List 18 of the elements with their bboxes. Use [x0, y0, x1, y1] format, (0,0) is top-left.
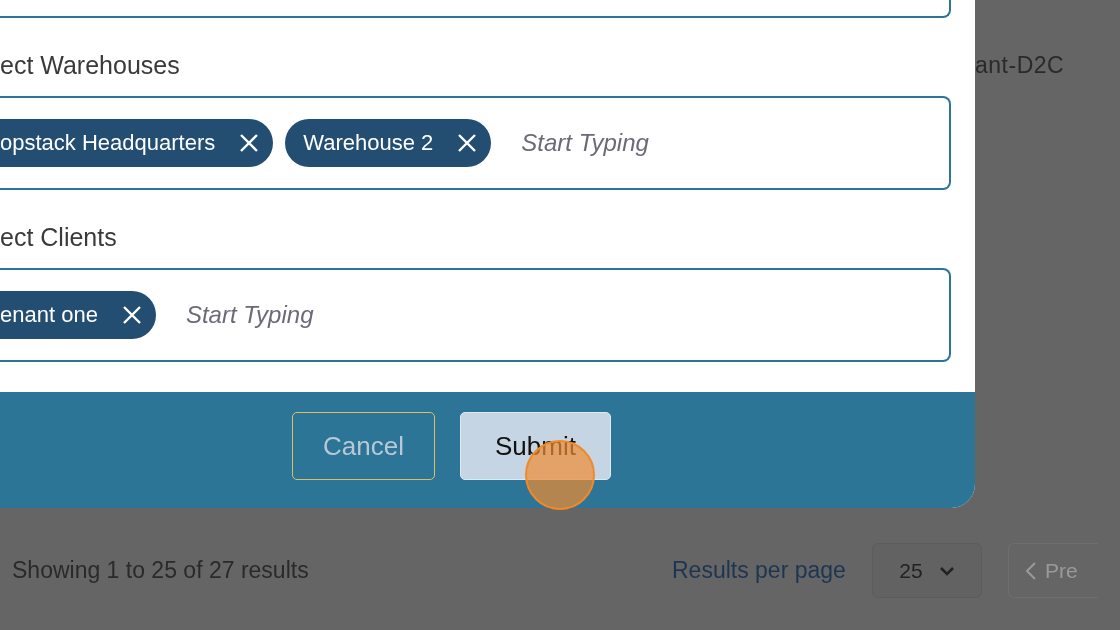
close-icon[interactable] — [457, 133, 478, 153]
multi-select-field[interactable]: opstack Headquarters Warehouse 2 Start Typing — [0, 96, 951, 190]
multi-select-field[interactable]: enant one Start Typing — [0, 268, 951, 362]
chevron-left-icon — [1024, 560, 1037, 581]
chevron-down-icon — [938, 565, 955, 576]
field-label: ect Warehouses — [0, 50, 181, 80]
close-icon[interactable] — [121, 305, 142, 325]
chip-label: Warehouse 2 — [303, 130, 434, 156]
chip-label: opstack Headquarters — [0, 130, 216, 156]
chip-label: enant one — [0, 302, 98, 328]
close-icon[interactable] — [239, 133, 260, 153]
table-cell-text: ant-D2C — [975, 52, 1066, 80]
per-page-label: Results per page — [672, 557, 846, 584]
results-summary: Showing 1 to 25 of 27 results — [12, 557, 310, 584]
input-field[interactable] — [0, 0, 951, 18]
text-input[interactable]: Start Typing — [503, 129, 782, 157]
field-label: ect Clients — [0, 222, 118, 252]
text-input[interactable]: Start Typing — [167, 301, 446, 329]
